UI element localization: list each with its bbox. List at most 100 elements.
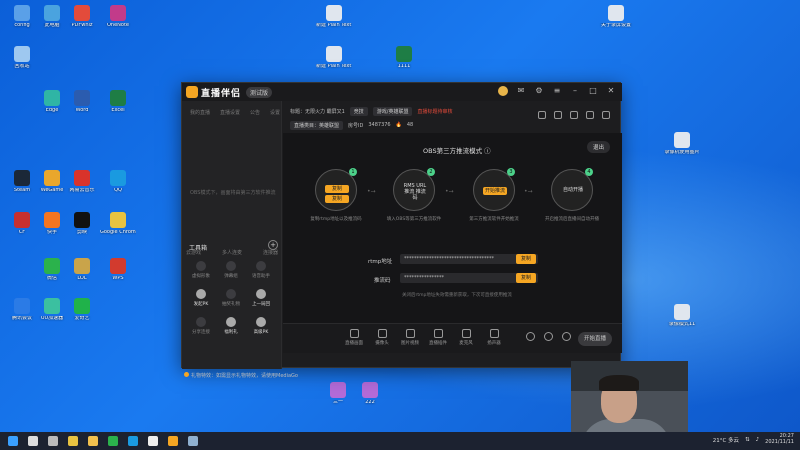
desktop-icon[interactable]: Excel [100,88,136,124]
room-tag[interactable]: 竞技 [349,106,368,116]
desktop-icon[interactable]: 爱奇艺 [64,296,100,332]
tool-icon [256,289,266,299]
step-arrow-3: •→ [524,188,533,195]
desktop-icon-label: 回收站 [14,64,30,69]
tool-connector[interactable]: 连接器 [263,249,278,256]
room-title[interactable]: 标题：无限火力 霸屏又1 [290,108,345,115]
search-icon[interactable] [28,436,38,446]
desktop-icon-label: QQ [114,188,122,193]
desktop-icon[interactable]: LOL [64,256,100,292]
desktop-icon[interactable]: 新建 Plain Text (4) [316,44,352,80]
tool-item[interactable]: 语音助手 [246,259,276,283]
step-1-copy-button-b[interactable]: 复制 [325,195,349,203]
room-id: 3487376 [368,122,391,128]
room-lock-icon[interactable] [554,111,562,119]
desktop-icon[interactable]: 1111 [386,44,422,80]
desktop-icon[interactable]: OneNote [100,3,136,39]
tab-notice[interactable]: 公告 [250,109,260,116]
tool-item[interactable]: 弹幕组 [216,259,246,283]
room-list-icon[interactable] [570,111,578,119]
tool-item[interactable]: 发起PK [186,287,216,311]
desktop-icon-image [14,5,30,21]
scene-button[interactable]: 直播画面 [343,329,365,346]
desktop-icon[interactable]: 回收站 [4,44,40,80]
desktop-icon[interactable]: 222 [352,380,388,416]
tool-item[interactable]: 上一局回 [246,287,276,311]
desktop-icon[interactable]: WPS [100,256,136,292]
steam-taskbar-icon[interactable] [188,436,198,446]
camera-icon [377,329,387,338]
plugin-button[interactable]: 直播插件 [427,329,449,346]
desktop-icon[interactable]: 网易云音乐 [64,168,100,204]
tool-cloud-game[interactable]: 云游戏 [186,249,201,256]
menu-icon[interactable]: ≡ [552,86,562,96]
desktop-icon[interactable]: 录像机使用图片 [664,130,700,166]
settings-icon[interactable]: ⚙ [534,86,544,96]
speaker-button[interactable]: 扬声器 [483,329,505,346]
microphone-button[interactable]: 麦克风 [455,329,477,346]
hot-value: 48 [406,122,414,128]
tool-item[interactable]: 虚拟形象 [186,259,216,283]
desktop-icon[interactable]: 三一 [320,380,356,416]
tool-icon [226,261,236,271]
desktop-icon[interactable]: 新建 Plain Text (5) [316,3,352,39]
desktop-icon[interactable]: 剪映 [64,210,100,246]
desktop-icon-image [44,258,60,274]
tool-item[interactable]: 抽奖礼物 [216,287,246,311]
message-icon[interactable]: ✉ [516,86,526,96]
network-icon[interactable]: ⇅ [745,437,750,443]
tool-icon [226,289,236,299]
camera-button[interactable]: 摄像头 [371,329,393,346]
wechat-taskbar-icon[interactable] [108,436,118,446]
folder-icon[interactable] [88,436,98,446]
obs-taskbar-icon[interactable] [148,436,158,446]
gear-icon[interactable] [555,332,577,343]
close-button[interactable]: ✕ [606,86,616,96]
help-circle-icon[interactable]: ⓘ [484,147,491,155]
step-1-copy-button-a[interactable]: 复制 [325,185,349,193]
maximize-button[interactable]: □ [588,86,598,96]
tab-settings[interactable]: 设置 [270,109,280,116]
desktop-icon[interactable]: 关于录屏设置 [598,3,634,39]
room-share-icon[interactable] [602,111,610,119]
tab-live-settings[interactable]: 直播设置 [220,109,240,116]
copy-stream-key-button[interactable]: 复制 [516,273,536,283]
notice-text: 礼物特效：如需显示礼物特效，请使用MediaGo [191,373,298,379]
tool-item[interactable]: 高级PK [246,315,276,339]
live-companion-taskbar-icon[interactable] [168,436,178,446]
desktop-icon[interactable]: Google Chrome [100,210,136,246]
room-category-tag[interactable]: 游戏/英雄联盟 [372,106,413,116]
step-4-line: 自动开播 [562,187,583,193]
chrome-taskbar-icon[interactable] [68,436,78,446]
desktop-icon-image [674,304,690,320]
weather-widget[interactable]: 21°C 多云 [713,436,739,444]
desktop-icon-image [44,170,60,186]
room-category[interactable]: 直播类目：英雄联盟 [290,120,344,130]
desktop-icon[interactable]: Word [64,88,100,124]
start-icon[interactable] [8,436,18,446]
desktop-icon[interactable]: QQ [100,168,136,204]
stream-key-label: 推流码 [374,278,391,284]
qq-taskbar-icon[interactable] [128,436,138,446]
room-gift-icon[interactable] [586,111,594,119]
bottom-toolbar: 直播画面 摄像头 图片视频 直播插件 麦克风 扬声器 开始直播 [283,323,622,353]
tool-item[interactable]: 福利礼 [216,315,246,339]
start-live-button[interactable]: 开始直播 [578,332,612,346]
desktop-icon-image [74,258,90,274]
exit-obs-mode-button[interactable]: 退出 [586,141,610,153]
media-button[interactable]: 图片视频 [399,329,421,346]
hot-icon: 🔥 [395,122,402,128]
desktop-icon[interactable]: 录像模式11 [664,302,700,338]
room-edit-icon[interactable] [538,111,546,119]
minimize-button[interactable]: – [570,86,580,96]
tool-item[interactable]: 分享连接 [186,315,216,339]
tool-multi-mic[interactable]: 多人连麦 [222,249,242,256]
clock[interactable]: 20:27 2021/11/11 [765,433,794,445]
avatar[interactable] [498,86,508,96]
title-bar[interactable]: 直播伴侣 测试版 ✉ ⚙ ≡ – □ ✕ [182,83,622,101]
volume-icon[interactable]: ♪ [756,437,760,443]
tab-my-live[interactable]: 我的直播 [190,109,210,116]
taskview-icon[interactable] [48,436,58,446]
copy-rtmp-button[interactable]: 复制 [516,254,536,264]
desktop-icon[interactable]: PDFwhiz [64,3,100,39]
